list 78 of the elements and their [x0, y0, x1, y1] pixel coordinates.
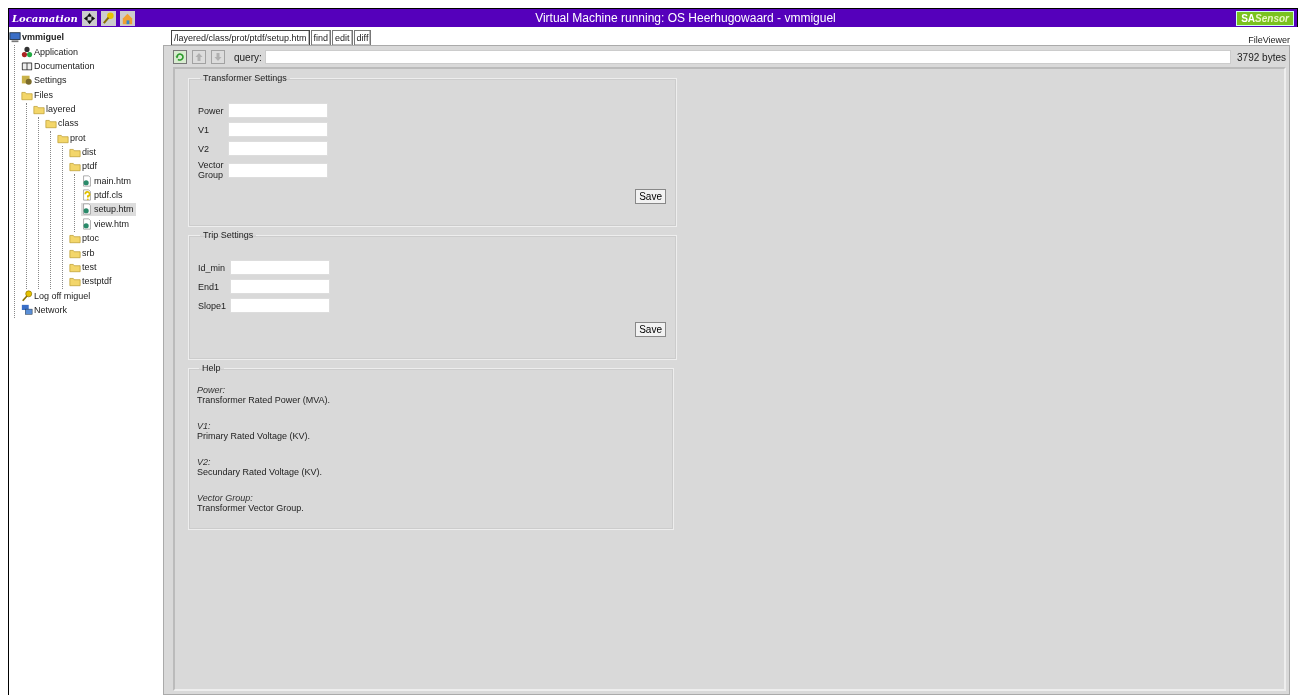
tree-item[interactable]: layered — [33, 102, 78, 116]
query-label: query: — [234, 51, 262, 63]
help-term: Power: — [197, 385, 226, 395]
input-field[interactable] — [228, 122, 328, 137]
tree-item[interactable]: view.htm — [81, 217, 131, 231]
key-icon[interactable] — [100, 10, 116, 26]
logo-badge: SASensor — [1236, 10, 1294, 26]
help-term: V1: — [197, 421, 212, 431]
help-term: Vector Group: — [197, 493, 254, 503]
folder-icon — [33, 103, 45, 116]
logo-text: Locamation — [12, 12, 78, 24]
document-icon — [81, 174, 93, 187]
folder-icon — [69, 146, 81, 159]
field-label: Id_min — [198, 262, 225, 273]
help-text: Secundary Rated Voltage (KV). — [197, 467, 324, 477]
group-title: Help — [201, 363, 222, 373]
folder-icon — [69, 160, 81, 173]
tab[interactable]: /layered/class/prot/ptdf/setup.htm — [171, 30, 310, 45]
folder-icon — [69, 232, 81, 245]
panel-title: FileViewer — [1248, 35, 1290, 45]
file-size: 3792 bytes — [1237, 51, 1286, 63]
input-field[interactable] — [230, 260, 331, 275]
book-icon — [21, 60, 33, 73]
tree-item[interactable]: ptdf.cls — [81, 188, 125, 202]
tree-item[interactable]: class — [45, 117, 81, 130]
help-term: V2: — [197, 457, 212, 467]
folder-icon — [45, 117, 57, 130]
help-text: Transformer Vector Group. — [197, 503, 305, 513]
tree-item[interactable]: vmmiguel — [9, 31, 66, 44]
help-text: Primary Rated Voltage (KV). — [197, 431, 312, 441]
field-label: Vector Group — [198, 160, 224, 180]
save-button[interactable]: Save — [635, 322, 666, 337]
navigate-icon[interactable] — [81, 10, 97, 26]
field-label: Power — [198, 105, 224, 116]
group-title: Transformer Settings — [202, 73, 288, 83]
network-icon — [21, 303, 33, 316]
tree-item[interactable]: ptoc — [69, 231, 101, 245]
save-button[interactable]: Save — [635, 189, 666, 204]
tree-item[interactable]: prot — [57, 131, 88, 145]
tree-item[interactable]: srb — [69, 246, 97, 259]
tree-item[interactable]: test — [69, 260, 99, 274]
folder-icon — [69, 275, 81, 288]
window-title: Virtual Machine running: OS Heerhugowaard - vmmiguel — [534, 11, 837, 25]
field-label: V1 — [198, 124, 210, 135]
tree-item[interactable]: Settings — [21, 74, 69, 87]
computer-icon — [9, 31, 21, 44]
shapes-icon — [21, 45, 33, 58]
query-field[interactable] — [264, 50, 1232, 64]
tab[interactable]: edit — [332, 30, 353, 45]
tab[interactable]: diff — [353, 30, 372, 45]
document-icon — [81, 217, 93, 230]
tree-item[interactable]: Log off miguel — [21, 289, 93, 302]
home-icon[interactable] — [119, 10, 135, 26]
tree-item[interactable]: dist — [69, 145, 98, 159]
tree-item[interactable]: Network — [21, 303, 69, 317]
tree-item[interactable]: Application — [21, 45, 81, 59]
field-label: Slope1 — [198, 300, 227, 311]
settings-icon — [21, 74, 33, 87]
tab[interactable]: find — [310, 30, 332, 45]
group-title: Trip Settings — [202, 230, 255, 240]
tree-item[interactable]: setup.htm — [81, 203, 136, 216]
input-field[interactable] — [230, 298, 331, 313]
tree-item[interactable]: Documentation — [21, 59, 97, 73]
refresh-button[interactable] — [173, 50, 187, 64]
input-field[interactable] — [228, 141, 328, 156]
input-field[interactable] — [228, 162, 328, 178]
question-file-icon — [81, 189, 93, 202]
tree-item[interactable]: main.htm — [81, 174, 133, 188]
tree-item[interactable]: testptdf — [69, 274, 114, 288]
key-icon — [21, 289, 33, 302]
input-field[interactable] — [228, 103, 328, 118]
tree-item[interactable]: Files — [21, 88, 55, 102]
tree-item[interactable]: ptdf — [69, 160, 99, 173]
field-label: End1 — [198, 281, 221, 292]
field-label: V2 — [198, 143, 210, 154]
document-icon — [81, 203, 93, 216]
input-field[interactable] — [230, 279, 331, 294]
help-text: Transformer Rated Power (MVA). — [197, 395, 332, 405]
